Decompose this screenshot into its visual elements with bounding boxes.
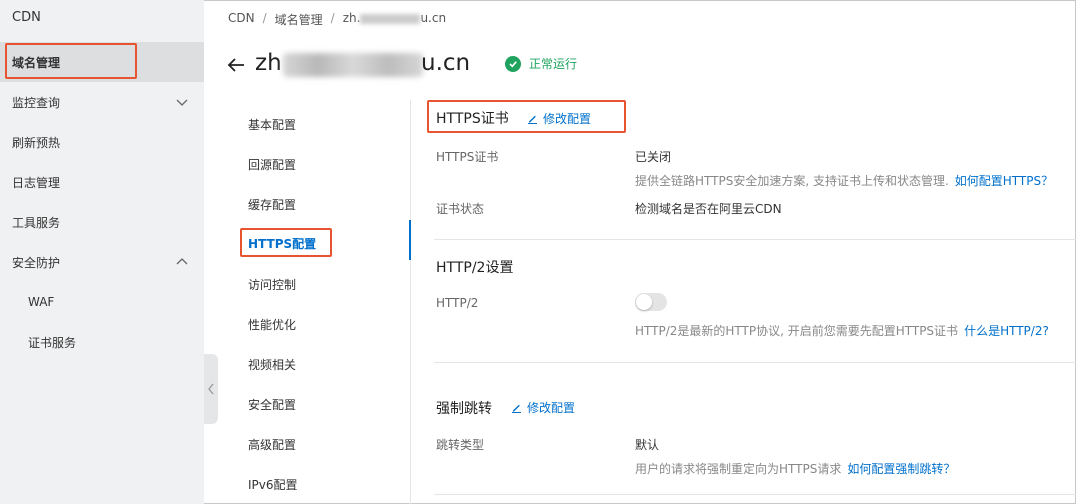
subnav-advanced[interactable]: 高级配置 (248, 436, 296, 456)
section-divider (434, 239, 1076, 240)
sidebar-item-label: WAF (28, 295, 55, 309)
subnav-basic[interactable]: 基本配置 (248, 116, 296, 136)
https-help-link[interactable]: 如何配置HTTPS？ (955, 174, 1053, 188)
chevron-up-icon (176, 258, 188, 265)
http2-label: HTTP/2 (436, 296, 479, 310)
toggle-knob (636, 294, 652, 310)
redirect-section-title: 强制跳转 (436, 401, 492, 417)
breadcrumb-domain-prefix: zh. (342, 11, 361, 25)
breadcrumb-domain-management[interactable]: 域名管理 (275, 11, 323, 28)
subnav-ipv6[interactable]: IPv6配置 (248, 476, 298, 496)
sidebar-item-monitoring[interactable]: 监控查询 (0, 82, 204, 122)
subnav-active-indicator (409, 220, 411, 260)
breadcrumb-separator: / (262, 11, 267, 25)
back-arrow-icon[interactable] (226, 55, 246, 75)
cert-status-label: 证书状态 (436, 202, 485, 216)
redirect-type-value: 默认 (635, 438, 660, 452)
domain-title-suffix: u.cn (421, 50, 471, 76)
http2-section-title: HTTP/2设置 (436, 260, 514, 276)
sidebar-item-tools[interactable]: 工具服务 (0, 202, 204, 242)
redirect-type-label: 跳转类型 (436, 438, 485, 452)
sidebar-item-label: 安全防护 (12, 255, 61, 270)
redacted-text (360, 13, 421, 24)
breadcrumb-cdn[interactable]: CDN (228, 11, 255, 28)
section-divider (434, 362, 1076, 363)
sidebar-item-waf[interactable]: WAF (0, 282, 204, 322)
subnav-video[interactable]: 视频相关 (248, 356, 296, 376)
http2-toggle[interactable] (635, 293, 667, 311)
annotation-highlight-box (427, 100, 626, 133)
subnav-security[interactable]: 安全配置 (248, 396, 296, 416)
sidebar-item-certificates[interactable]: 证书服务 (0, 322, 204, 362)
subnav-performance[interactable]: 性能优化 (248, 316, 296, 336)
annotation-highlight-box (240, 228, 332, 257)
cert-status-value: 检测域名是否在阿里云CDN (635, 202, 782, 216)
breadcrumb: CDN / 域名管理 / zh. u.cn (228, 11, 446, 28)
https-cert-hint-text: 提供全链路HTTPS安全加速方案, 支持证书上传和状态管理. (635, 174, 949, 188)
http2-hint: HTTP/2是最新的HTTP协议, 开启前您需要先配置HTTPS证书 什么是HTT… (635, 322, 1049, 339)
http2-hint-text: HTTP/2是最新的HTTP协议, 开启前您需要先配置HTTPS证书 (635, 324, 959, 338)
breadcrumb-domain-suffix: u.cn (420, 11, 447, 25)
subnav-divider (410, 100, 411, 504)
sidebar-collapse-handle[interactable] (204, 354, 218, 424)
https-cert-hint: 提供全链路HTTPS安全加速方案, 支持证书上传和状态管理. 如何配置HTTPS？ (635, 172, 1053, 189)
sidebar-item-security[interactable]: 安全防护 (0, 242, 204, 282)
redirect-hint: 用户的请求将强制重定向为HTTPS请求 如何配置强制跳转？ (635, 460, 955, 477)
breadcrumb-separator: / (330, 11, 335, 25)
redirect-edit-button[interactable]: 修改配置 (511, 399, 575, 416)
chevron-down-icon (176, 99, 188, 106)
sidebar-item-label: 日志管理 (12, 175, 61, 190)
sidebar-item-label: 证书服务 (28, 335, 77, 350)
redirect-hint-text: 用户的请求将强制重定向为HTTPS请求 (635, 462, 842, 476)
sidebar-item-refresh[interactable]: 刷新预热 (0, 122, 204, 162)
chevron-left-icon (208, 383, 214, 395)
subnav-origin[interactable]: 回源配置 (248, 156, 296, 176)
status-text: 正常运行 (529, 57, 578, 71)
check-circle-icon (505, 55, 521, 72)
breadcrumb-current-domain: zh. u.cn (343, 11, 446, 28)
sidebar-item-label: 监控查询 (12, 95, 61, 110)
sidebar-item-logs[interactable]: 日志管理 (0, 162, 204, 202)
subnav-access-control[interactable]: 访问控制 (248, 276, 296, 296)
pencil-icon (512, 404, 521, 413)
edit-label: 修改配置 (527, 401, 576, 415)
redirect-help-link[interactable]: 如何配置强制跳转？ (847, 462, 955, 476)
sidebar-item-label: 刷新预热 (12, 135, 61, 150)
https-cert-value: 已关闭 (635, 150, 672, 164)
redacted-domain (283, 53, 423, 77)
http2-help-link[interactable]: 什么是HTTP/2? (964, 324, 1049, 338)
https-cert-label: HTTPS证书 (436, 150, 499, 164)
status-badge: 正常运行 (505, 55, 577, 72)
domain-title-prefix: zh (255, 50, 282, 76)
sidebar-item-label: 工具服务 (12, 215, 61, 230)
sidebar-title: CDN (12, 10, 41, 25)
subnav-cache[interactable]: 缓存配置 (248, 196, 296, 216)
annotation-highlight-box (5, 43, 137, 79)
section-divider (434, 494, 1076, 495)
